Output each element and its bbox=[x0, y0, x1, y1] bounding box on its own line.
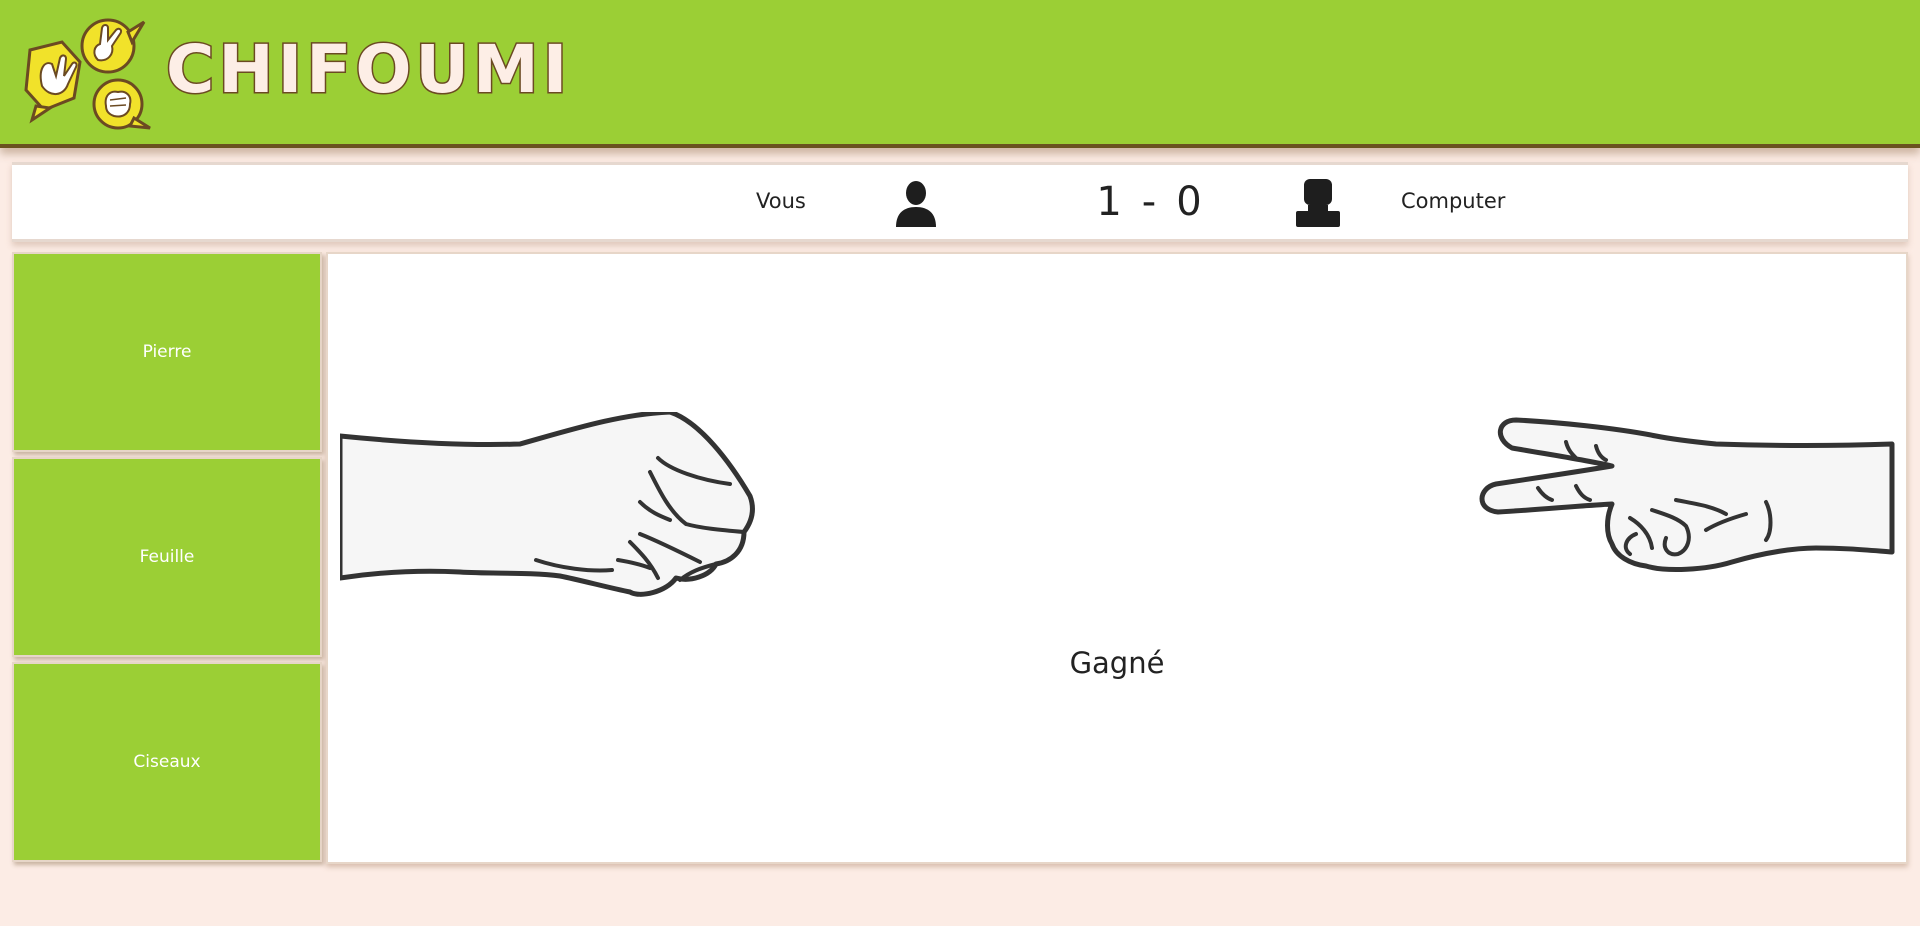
robot-silhouette-icon bbox=[1296, 179, 1340, 227]
app-header: CHIFOUMI bbox=[0, 0, 1920, 148]
computer-label: Computer bbox=[1401, 189, 1506, 213]
game-arena: Gagné bbox=[326, 252, 1908, 864]
result-text: Gagné bbox=[1069, 646, 1165, 680]
feuille-button[interactable]: Feuille bbox=[12, 457, 322, 657]
scoreboard: Vous 1-0 Computer bbox=[12, 162, 1908, 242]
ciseaux-button[interactable]: Ciseaux bbox=[12, 662, 322, 862]
player-score: 1 bbox=[1096, 179, 1128, 225]
score-separator: - bbox=[1141, 179, 1163, 225]
scissors-hand-icon bbox=[1479, 417, 1895, 572]
chifoumi-logo-icon bbox=[24, 18, 151, 130]
rock-fist-hand-icon bbox=[340, 412, 755, 597]
score-display: 1-0 bbox=[1052, 177, 1252, 227]
computer-score: 0 bbox=[1176, 179, 1208, 225]
app-title: CHIFOUMI bbox=[164, 30, 572, 110]
user-silhouette-icon bbox=[896, 181, 936, 227]
player-label: Vous bbox=[756, 189, 806, 213]
pierre-button[interactable]: Pierre bbox=[12, 252, 322, 452]
